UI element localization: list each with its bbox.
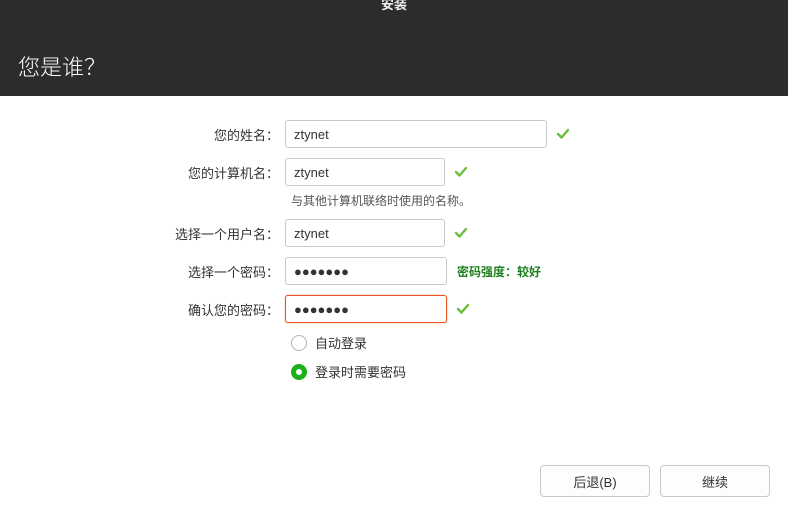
page-heading: 您是谁？ [18, 50, 106, 82]
login-options: 自动登录 登录时需要密码 [291, 333, 788, 381]
radio-auto-label: 自动登录 [315, 333, 367, 352]
header-bar: 安装 您是谁？ [0, 0, 788, 96]
footer-buttons: 后退(B) 继续 [540, 465, 770, 497]
input-username[interactable] [285, 219, 445, 247]
back-button[interactable]: 后退(B) [540, 465, 650, 497]
hint-hostname: 与其他计算机联络时使用的名称。 [291, 192, 788, 209]
input-hostname[interactable] [285, 158, 445, 186]
form-content: 您的姓名： 您的计算机名： 与其他计算机联络时使用的名称。 选择一个用户名： 选… [0, 96, 788, 381]
check-icon [555, 126, 571, 142]
label-username: 选择一个用户名： [0, 224, 285, 243]
check-icon [453, 225, 469, 241]
input-confirm-password[interactable] [285, 295, 447, 323]
check-icon [455, 301, 471, 317]
label-fullname: 您的姓名： [0, 125, 285, 144]
input-fullname[interactable] [285, 120, 547, 148]
radio-require-password[interactable]: 登录时需要密码 [291, 362, 788, 381]
label-confirm: 确认您的密码： [0, 300, 285, 319]
check-icon [453, 164, 469, 180]
label-hostname: 您的计算机名： [0, 163, 285, 182]
radio-auto-login[interactable]: 自动登录 [291, 333, 788, 352]
label-password: 选择一个密码： [0, 262, 285, 281]
radio-icon [291, 364, 307, 380]
password-strength: 密码强度：较好 [457, 263, 541, 280]
radio-icon [291, 335, 307, 351]
input-password[interactable] [285, 257, 447, 285]
radio-require-label: 登录时需要密码 [315, 362, 406, 381]
window-title: 安装 [0, 0, 788, 8]
continue-button[interactable]: 继续 [660, 465, 770, 497]
